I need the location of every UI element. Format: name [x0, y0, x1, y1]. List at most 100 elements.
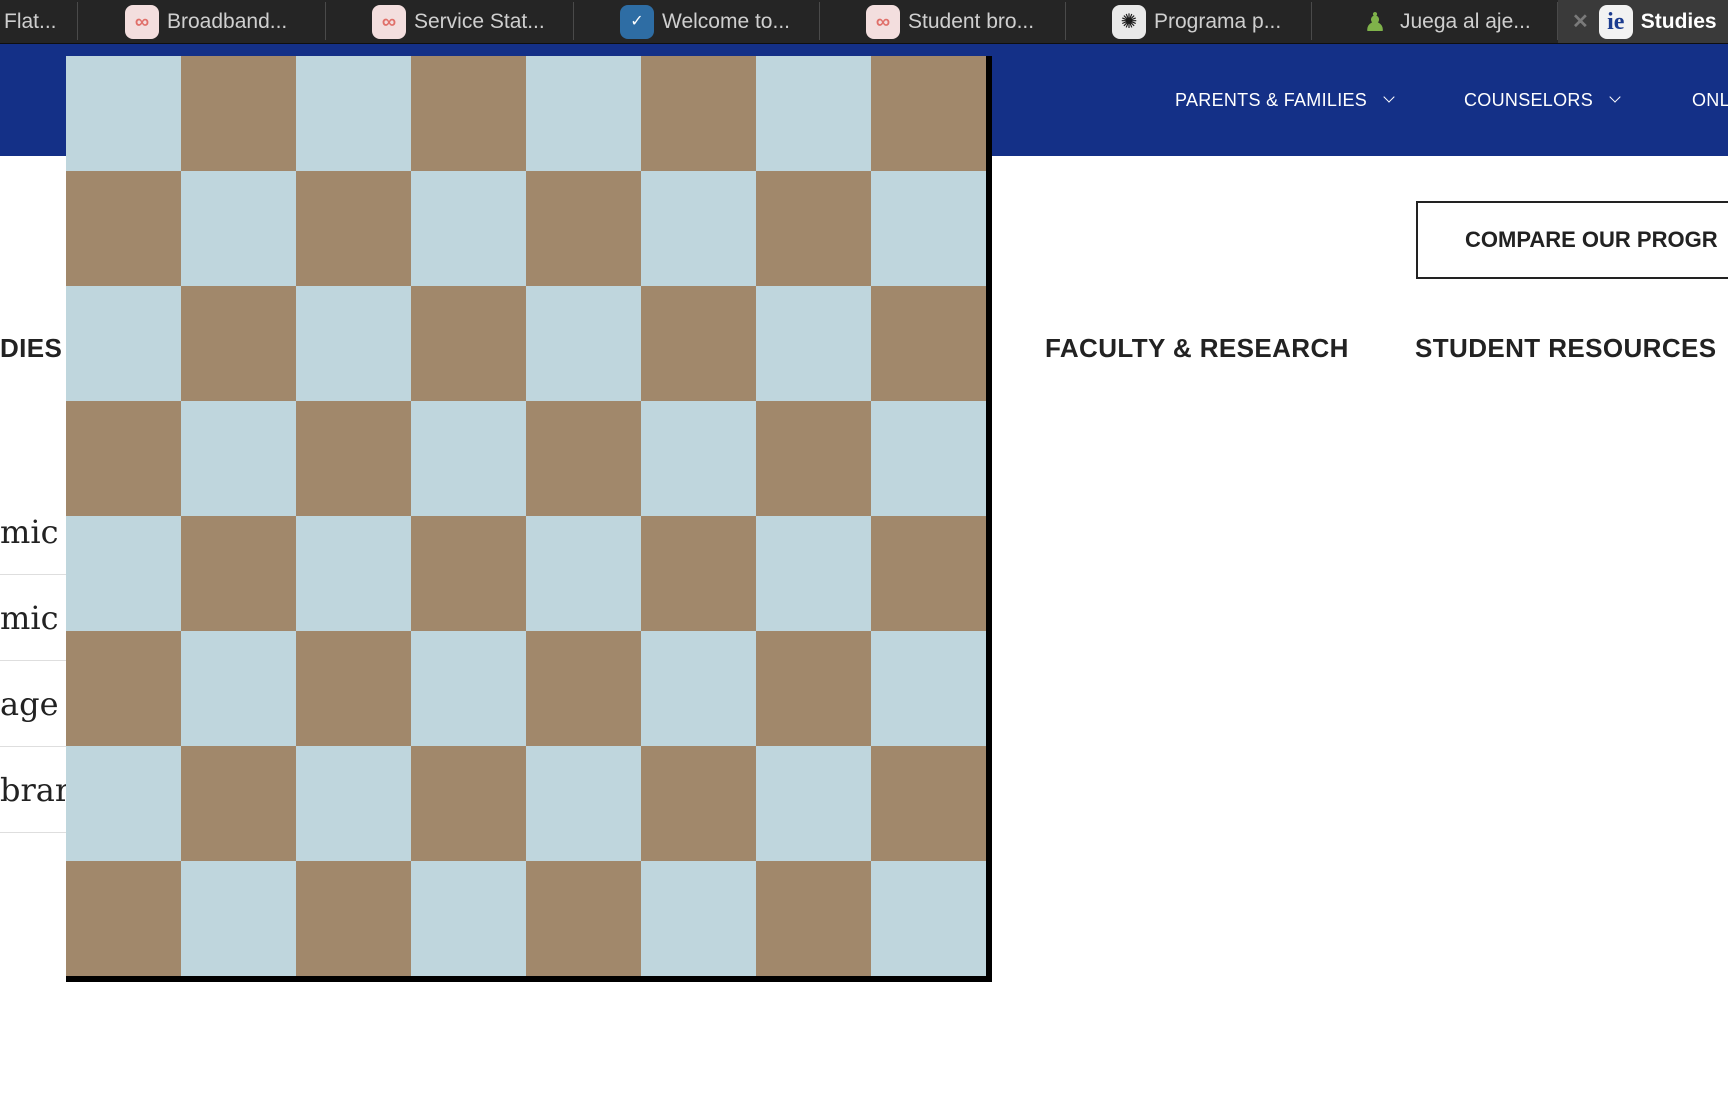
- board-square-light[interactable]: [756, 516, 871, 631]
- board-square-dark[interactable]: [411, 746, 526, 861]
- browser-tab[interactable]: ∞ Broadband...: [78, 0, 326, 43]
- board-square-light[interactable]: [871, 861, 986, 976]
- board-square-dark[interactable]: [641, 56, 756, 171]
- board-square-dark[interactable]: [756, 401, 871, 516]
- topnav-parents-families[interactable]: PARENTS & FAMILIES: [1175, 44, 1395, 156]
- board-square-dark[interactable]: [526, 171, 641, 286]
- infinity-icon: ∞: [125, 4, 159, 39]
- topnav-online[interactable]: ONL: [1692, 44, 1728, 156]
- board-square-light[interactable]: [66, 56, 181, 171]
- infinity-icon: ∞: [866, 4, 900, 39]
- browser-tab[interactable]: ✓ Welcome to...: [574, 0, 820, 43]
- board-square-light[interactable]: [296, 286, 411, 401]
- chevron-down-icon: [1609, 91, 1621, 103]
- board-square-light[interactable]: [756, 286, 871, 401]
- board-square-dark[interactable]: [526, 861, 641, 976]
- board-square-dark[interactable]: [756, 631, 871, 746]
- topnav-label: ONL: [1692, 89, 1728, 110]
- chevron-down-icon: [1383, 91, 1395, 103]
- openai-icon: ✺: [1112, 4, 1146, 39]
- board-square-dark[interactable]: [296, 171, 411, 286]
- board-square-light[interactable]: [756, 56, 871, 171]
- board-square-light[interactable]: [411, 631, 526, 746]
- board-square-light[interactable]: [181, 171, 296, 286]
- board-square-dark[interactable]: [296, 861, 411, 976]
- close-tab-icon[interactable]: ✕: [1572, 9, 1589, 34]
- board-square-dark[interactable]: [871, 56, 986, 171]
- board-square-light[interactable]: [526, 286, 641, 401]
- board-square-light[interactable]: [181, 631, 296, 746]
- mainnav-faculty-research[interactable]: FACULTY & RESEARCH: [1045, 333, 1349, 364]
- welcome-app-icon: ✓: [620, 4, 654, 39]
- board-square-light[interactable]: [526, 516, 641, 631]
- board-square-light[interactable]: [411, 401, 526, 516]
- compare-programs-button[interactable]: COMPARE OUR PROGR: [1416, 201, 1728, 279]
- tab-title: Service Stat...: [414, 9, 545, 33]
- board-square-light[interactable]: [641, 631, 756, 746]
- topnav-label: COUNSELORS: [1464, 89, 1594, 110]
- topnav-label: PARENTS & FAMILIES: [1175, 89, 1368, 110]
- board-square-dark[interactable]: [871, 516, 986, 631]
- board-square-light[interactable]: [66, 516, 181, 631]
- board-square-dark[interactable]: [411, 516, 526, 631]
- board-square-dark[interactable]: [641, 286, 756, 401]
- tab-title: Programa p...: [1154, 9, 1282, 33]
- board-square-dark[interactable]: [66, 401, 181, 516]
- board-square-light[interactable]: [296, 516, 411, 631]
- board-square-dark[interactable]: [526, 631, 641, 746]
- board-square-dark[interactable]: [526, 401, 641, 516]
- board-square-dark[interactable]: [871, 286, 986, 401]
- mainnav-label: FACULTY & RESEARCH: [1045, 333, 1349, 363]
- board-square-dark[interactable]: [66, 631, 181, 746]
- board-square-dark[interactable]: [181, 746, 296, 861]
- board-square-dark[interactable]: [411, 286, 526, 401]
- board-square-light[interactable]: [181, 401, 296, 516]
- board-square-light[interactable]: [641, 401, 756, 516]
- board-square-light[interactable]: [871, 171, 986, 286]
- tab-title: Welcome to...: [662, 9, 790, 33]
- board-square-dark[interactable]: [756, 861, 871, 976]
- browser-tab-bar: Flat... ∞ Broadband... ∞ Service Stat...…: [0, 0, 1728, 44]
- browser-tab[interactable]: ♟ Juega al aje...: [1312, 0, 1558, 43]
- board-square-light[interactable]: [756, 746, 871, 861]
- board-square-dark[interactable]: [181, 286, 296, 401]
- board-square-light[interactable]: [411, 861, 526, 976]
- mainnav-student-resources[interactable]: STUDENT RESOURCES: [1415, 333, 1717, 364]
- board-square-dark[interactable]: [296, 401, 411, 516]
- browser-tab[interactable]: ✺ Programa p...: [1066, 0, 1312, 43]
- board-square-light[interactable]: [526, 746, 641, 861]
- board-square-dark[interactable]: [871, 746, 986, 861]
- board-square-light[interactable]: [526, 56, 641, 171]
- chess-board[interactable]: [66, 56, 986, 976]
- tab-title: Flat...: [4, 9, 57, 33]
- board-square-light[interactable]: [296, 56, 411, 171]
- tab-title: Juega al aje...: [1400, 9, 1531, 33]
- topnav-counselors[interactable]: COUNSELORS: [1464, 44, 1621, 156]
- mainnav-studies[interactable]: DIES: [0, 333, 62, 364]
- board-square-dark[interactable]: [181, 56, 296, 171]
- board-square-dark[interactable]: [641, 746, 756, 861]
- board-square-light[interactable]: [641, 171, 756, 286]
- browser-tab-active[interactable]: ✕ ie Studies: [1558, 0, 1728, 43]
- board-square-light[interactable]: [641, 861, 756, 976]
- board-square-light[interactable]: [181, 861, 296, 976]
- tab-title: Student bro...: [908, 9, 1035, 33]
- board-square-dark[interactable]: [66, 171, 181, 286]
- chess-pawn-icon: ♟: [1363, 6, 1387, 37]
- board-square-dark[interactable]: [181, 516, 296, 631]
- browser-tab[interactable]: ∞ Service Stat...: [326, 0, 574, 43]
- board-square-light[interactable]: [66, 746, 181, 861]
- board-square-dark[interactable]: [641, 516, 756, 631]
- browser-tab[interactable]: Flat...: [0, 0, 78, 43]
- board-square-light[interactable]: [411, 171, 526, 286]
- board-square-dark[interactable]: [66, 861, 181, 976]
- board-square-light[interactable]: [871, 401, 986, 516]
- board-square-dark[interactable]: [411, 56, 526, 171]
- compare-button-label: COMPARE OUR PROGR: [1465, 227, 1718, 252]
- browser-tab[interactable]: ∞ Student bro...: [820, 0, 1066, 43]
- board-square-light[interactable]: [296, 746, 411, 861]
- board-square-light[interactable]: [66, 286, 181, 401]
- board-square-light[interactable]: [871, 631, 986, 746]
- board-square-dark[interactable]: [296, 631, 411, 746]
- board-square-dark[interactable]: [756, 171, 871, 286]
